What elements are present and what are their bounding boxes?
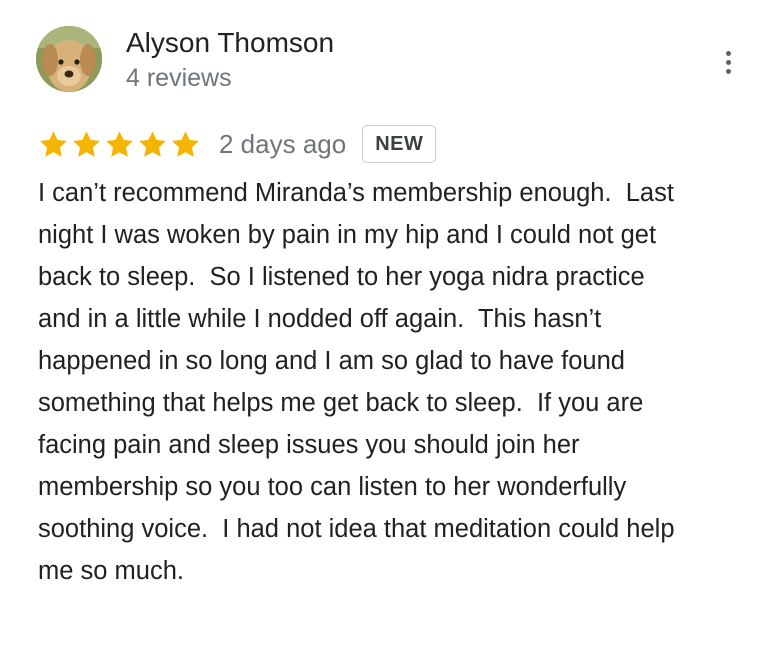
- more-vertical-icon[interactable]: [712, 44, 744, 80]
- review-date: 2 days ago: [219, 128, 347, 159]
- star-rating: [38, 129, 201, 160]
- review-card: Alyson Thomson 4 reviews 2 days ago NEW …: [0, 0, 782, 648]
- new-badge: NEW: [362, 125, 437, 163]
- review-count[interactable]: 4 reviews: [126, 62, 232, 94]
- star-icon: [139, 130, 166, 157]
- star-icon: [106, 130, 133, 157]
- star-icon: [73, 130, 100, 157]
- rating-row: 2 days ago NEW: [38, 124, 437, 164]
- star-icon: [40, 130, 67, 157]
- star-icon: [172, 130, 199, 157]
- menu-dot: [725, 50, 731, 56]
- dog-avatar-icon[interactable]: [36, 26, 102, 92]
- menu-dot: [725, 59, 731, 65]
- reviewer-name[interactable]: Alyson Thomson: [126, 26, 334, 60]
- menu-dot: [725, 68, 731, 74]
- review-text: I can’t recommend Miranda’s membership e…: [38, 179, 675, 585]
